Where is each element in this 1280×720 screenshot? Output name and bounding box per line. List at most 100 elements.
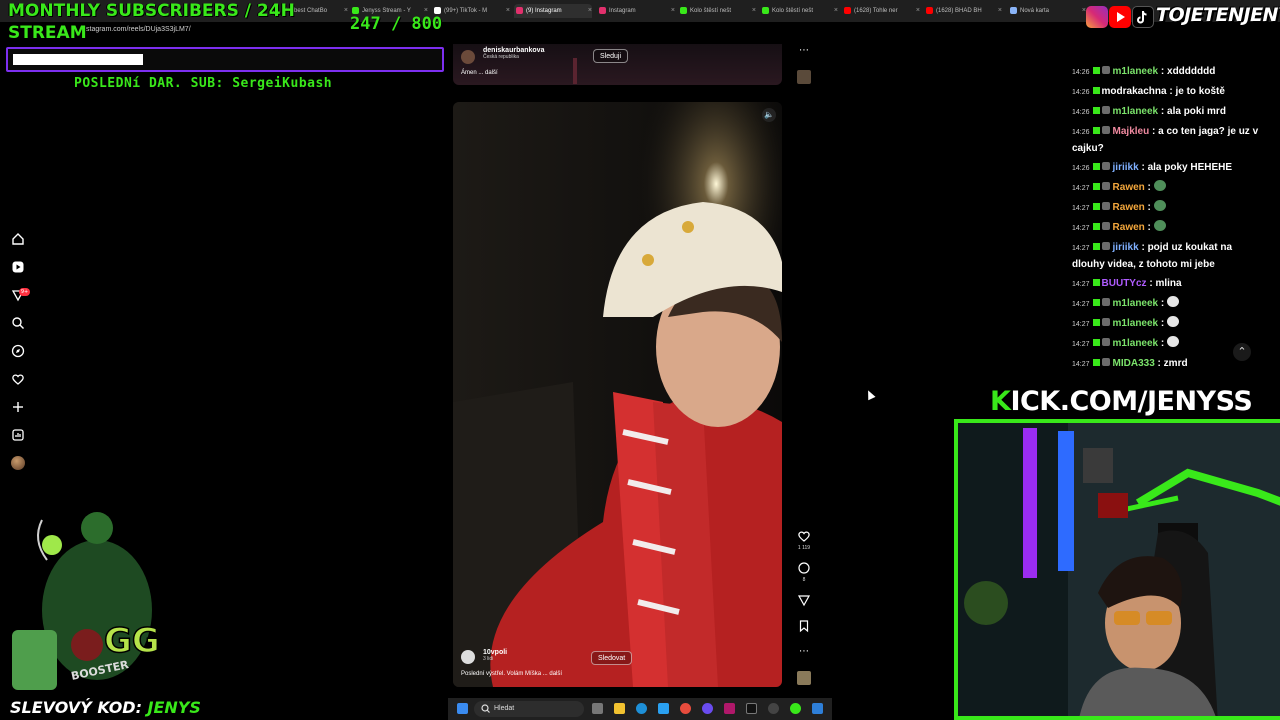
browser-tab[interactable]: (1628) BHAD BH × [924, 4, 1002, 18]
obs-icon[interactable] [724, 703, 735, 714]
chat-message: 14:27 jiriikk : pojd uz koukat na dlouhy … [1072, 240, 1264, 273]
chat-username[interactable]: jiriikk [1113, 242, 1139, 253]
profile-avatar-icon[interactable] [11, 456, 25, 470]
chat-text: ala poki mrd [1167, 106, 1226, 117]
store-icon[interactable] [658, 703, 669, 714]
chat-text: mlina [1155, 278, 1182, 289]
chat-username[interactable]: jiriikk [1113, 162, 1139, 173]
notepad-icon[interactable] [812, 703, 823, 714]
following-button[interactable]: Sleduji [593, 49, 629, 63]
chevron-up-icon[interactable]: ⌃ [1233, 343, 1251, 361]
chat-timestamp: 14:26 [1072, 89, 1090, 96]
browser-tab[interactable]: Kolo štěstí nešt × [760, 4, 838, 18]
tab-label: Instagram [609, 8, 636, 14]
chat-timestamp: 14:27 [1072, 301, 1090, 308]
tab-close-icon[interactable]: × [506, 4, 510, 18]
url-text[interactable]: stagram.com/reels/DUja3S3jLM7/ [86, 26, 191, 33]
reel-author-name[interactable]: 10vpoli [483, 649, 507, 656]
reel-caption[interactable]: Ámen ... další [461, 70, 498, 76]
tab-close-icon[interactable]: × [752, 4, 756, 18]
chat-username[interactable]: m1laneek [1113, 338, 1159, 349]
chat-username[interactable]: m1laneek [1113, 318, 1159, 329]
explore-icon[interactable] [11, 344, 25, 358]
search-icon [481, 704, 490, 713]
task-view-icon[interactable] [592, 703, 603, 714]
chat-username[interactable]: m1laneek [1113, 66, 1159, 77]
chat-separator: : [1154, 358, 1164, 369]
tab-favicon-icon [926, 7, 933, 14]
tab-close-icon[interactable]: × [588, 4, 592, 18]
file-explorer-icon[interactable] [614, 703, 625, 714]
tab-close-icon[interactable]: × [916, 4, 920, 18]
tiktok-icon [1132, 6, 1154, 28]
tab-close-icon[interactable]: × [998, 4, 1002, 18]
reels-icon[interactable] [11, 260, 25, 274]
kick-url-prefix: K [990, 386, 1011, 417]
home-icon[interactable] [11, 232, 25, 246]
chat-username[interactable]: m1laneek [1113, 298, 1159, 309]
browser-tab[interactable]: (99+) TikTok - M × [432, 4, 510, 18]
more-options-icon[interactable]: ⋯ [797, 44, 811, 58]
share-icon[interactable] [797, 593, 811, 607]
reel-video[interactable]: 🔈 10vpoli 3 lidi Sledovat Poslední výstř… [453, 102, 782, 687]
browser-tab[interactable]: Kolo štěstí nešt × [678, 4, 756, 18]
audio-thumbnail-icon[interactable] [797, 70, 811, 84]
search-icon[interactable] [11, 316, 25, 330]
chat-timestamp: 14:27 [1072, 281, 1090, 288]
chat-emote-icon [1153, 180, 1166, 191]
chat-username[interactable]: MIDA333 [1113, 358, 1155, 369]
chat-username[interactable]: Rawen [1113, 202, 1145, 213]
discord-icon[interactable] [702, 703, 713, 714]
tab-close-icon[interactable]: × [834, 4, 838, 18]
steam-icon[interactable] [768, 703, 779, 714]
windows-start-icon[interactable] [457, 703, 468, 714]
chat-username[interactable]: Rawen [1113, 222, 1145, 233]
create-icon[interactable] [11, 400, 25, 414]
chat-username[interactable]: Majkleu [1113, 126, 1150, 137]
chat-timestamp: 14:26 [1072, 69, 1090, 76]
reel-author-name[interactable]: deniskaurbankova [483, 47, 544, 54]
svg-text:GG: GG [104, 621, 160, 661]
like-icon[interactable] [797, 529, 811, 543]
reel-location[interactable]: Česká republika [483, 54, 544, 60]
terminal-icon[interactable] [746, 703, 757, 714]
more-options-icon[interactable]: ⋯ [797, 645, 811, 659]
browser-tab[interactable]: (9) Instagram × [514, 4, 592, 18]
previous-reel-card[interactable]: deniskaurbankova Česká republika Sleduji… [453, 44, 782, 85]
save-icon[interactable] [797, 619, 811, 633]
chrome-icon[interactable] [680, 703, 691, 714]
comment-icon[interactable] [797, 561, 811, 575]
dashboard-icon[interactable] [11, 428, 25, 442]
browser-tab[interactable]: Nová karta × [1008, 4, 1086, 18]
chat-username[interactable]: BUUTYcz [1102, 278, 1147, 289]
follow-button[interactable]: Sledovat [591, 651, 633, 665]
subscriber-badge-icon [1092, 127, 1100, 134]
promo-prefix: SLEVOVÝ KOD: [10, 698, 148, 717]
chat-timestamp: 14:27 [1072, 361, 1090, 368]
mute-icon[interactable]: 🔈 [762, 108, 776, 122]
browser-tab[interactable]: Instagram × [597, 4, 675, 18]
reel-caption[interactable]: Poslední výstřel. Volám Míška ... další [461, 671, 562, 677]
user-badge-icon [1101, 242, 1110, 250]
subscriber-badge-icon [1092, 107, 1100, 114]
taskbar-search[interactable]: Hledat [474, 701, 584, 717]
user-badge-icon [1101, 182, 1110, 190]
chat-username[interactable]: m1laneek [1113, 106, 1159, 117]
chrome-profile-icon[interactable] [790, 703, 801, 714]
tab-label: Nová karta [1020, 8, 1050, 14]
heart-icon[interactable] [11, 372, 25, 386]
chat-username[interactable]: Rawen [1113, 182, 1145, 193]
user-badge-icon [1101, 126, 1110, 134]
user-badge-icon [1101, 298, 1110, 306]
edge-icon[interactable] [636, 703, 647, 714]
chat-text: je to koště [1175, 86, 1225, 97]
tab-close-icon[interactable]: × [671, 4, 675, 18]
audio-thumbnail-icon[interactable] [797, 671, 811, 685]
chat-username[interactable]: modrakachna [1102, 86, 1167, 97]
author-avatar[interactable] [461, 650, 475, 664]
subscriber-badge-icon [1092, 223, 1100, 230]
author-avatar[interactable] [461, 50, 475, 64]
webcam-feed [954, 419, 1280, 720]
tab-close-icon[interactable]: × [344, 4, 348, 18]
browser-tab[interactable]: (1628) Tohle ner × [842, 4, 920, 18]
